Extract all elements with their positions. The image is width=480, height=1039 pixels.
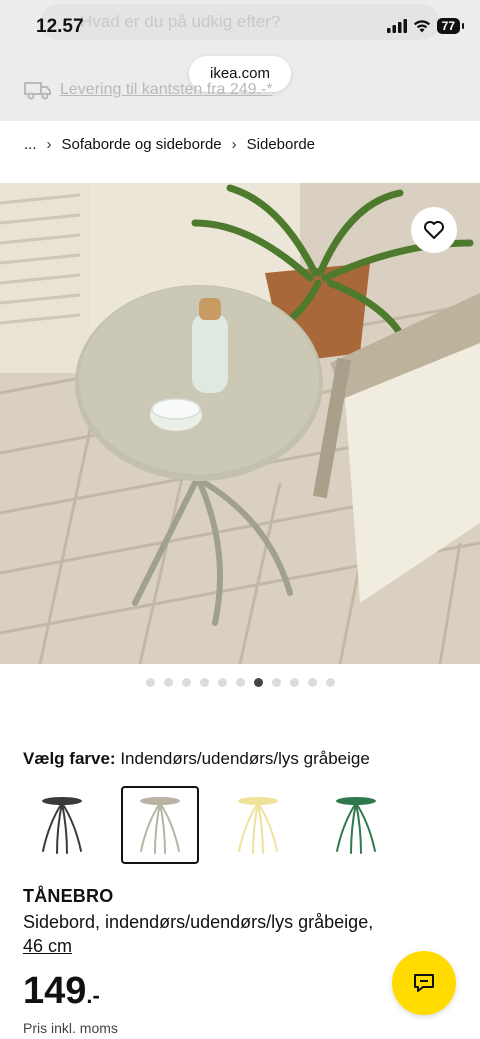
color-swatch-light-grey-beige[interactable]	[121, 786, 199, 864]
breadcrumb-ellipsis[interactable]: ...	[24, 136, 37, 153]
gallery-dot[interactable]	[253, 678, 263, 687]
color-swatch-dark-grey[interactable]	[23, 786, 101, 864]
status-icons: 77	[386, 18, 465, 34]
gallery-dot[interactable]	[235, 678, 245, 687]
breadcrumb: ... › Sofaborde og sideborde › Sideborde	[24, 136, 315, 153]
side-table-icon	[42, 797, 82, 854]
gallery-dot[interactable]	[289, 678, 299, 687]
gallery-dot[interactable]	[181, 678, 191, 687]
gallery-dot[interactable]	[163, 678, 173, 687]
color-choice-title: Vælg farve:	[23, 749, 116, 768]
cellular-signal-icon	[386, 19, 407, 33]
product-size-link[interactable]: 46 cm	[23, 936, 72, 956]
product-name: TÅNEBRO	[23, 886, 114, 906]
search-field[interactable]: Hvad er du på udkig efter?	[40, 4, 440, 40]
chevron-right-icon: ›	[231, 136, 237, 153]
gallery-dots	[0, 678, 480, 687]
breadcrumb-item-sideborde[interactable]: Sideborde	[247, 136, 315, 153]
color-swatches	[23, 786, 395, 864]
side-table-icon	[140, 797, 180, 854]
product-price: 149.-	[23, 970, 100, 1013]
browser-chrome: Hvad er du på udkig efter? 12.57 77 ikea…	[0, 0, 480, 121]
side-table-icon	[336, 797, 376, 854]
gallery-dot[interactable]	[217, 678, 227, 687]
gallery-dot[interactable]	[307, 678, 317, 687]
gallery-dot[interactable]	[325, 678, 335, 687]
color-choice-label: Vælg farve: Indendørs/udendørs/lys gråbe…	[23, 749, 370, 769]
chevron-right-icon: ›	[46, 136, 52, 153]
favorite-button[interactable]	[411, 207, 457, 253]
heart-icon	[424, 221, 444, 239]
gallery-dot[interactable]	[199, 678, 209, 687]
price-amount: 149	[23, 970, 87, 1012]
delivery-text[interactable]: Levering til kantsten fra 249.-*	[60, 81, 273, 99]
chat-button[interactable]	[392, 951, 456, 1015]
side-table-icon	[238, 797, 278, 854]
product-image[interactable]	[0, 183, 480, 664]
battery-indicator: 77	[436, 18, 465, 34]
price-note: Pris inkl. moms	[23, 1020, 118, 1036]
color-swatch-yellow[interactable]	[219, 786, 297, 864]
breadcrumb-item-sofaborde[interactable]: Sofaborde og sideborde	[62, 136, 222, 153]
price-suffix: .-	[86, 983, 100, 1008]
status-time: 12.57	[36, 16, 84, 37]
product-photo	[0, 183, 480, 664]
chat-bubble-icon	[414, 974, 434, 992]
color-choice-value: Indendørs/udendørs/lys gråbeige	[120, 749, 370, 768]
wifi-icon	[413, 20, 430, 33]
product-description: Sidebord, indendørs/udendørs/lys gråbeig…	[23, 910, 443, 958]
truck-icon	[24, 82, 51, 100]
delivery-banner[interactable]: Levering til kantsten fra 249.-*	[24, 80, 273, 100]
gallery-dot[interactable]	[271, 678, 281, 687]
gallery-dot[interactable]	[145, 678, 155, 687]
product-description-text: Sidebord, indendørs/udendørs/lys gråbeig…	[23, 912, 374, 932]
color-swatch-green[interactable]	[317, 786, 395, 864]
